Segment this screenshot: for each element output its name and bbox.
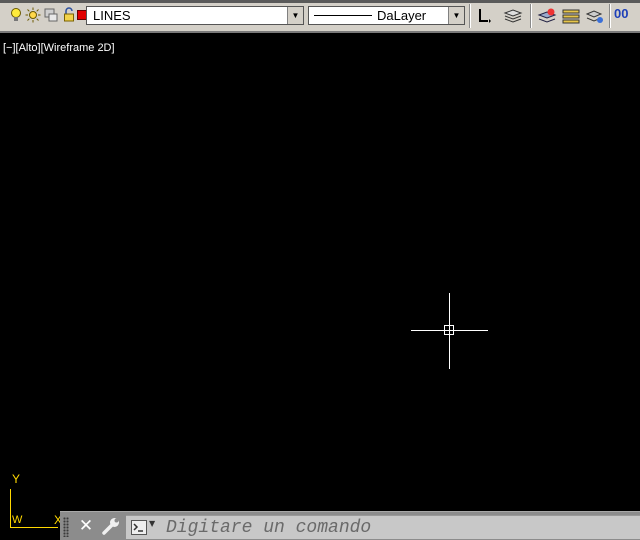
lineweight-icon[interactable]: 00	[614, 6, 628, 21]
lock-icon[interactable]	[61, 6, 77, 24]
toolbar-top-border	[0, 0, 640, 3]
layer-previous-icon[interactable]	[536, 5, 558, 27]
ucs-y-label: Y	[12, 472, 21, 486]
wrench-icon[interactable]	[100, 516, 122, 536]
chevron-down-icon[interactable]: ▼	[149, 519, 155, 528]
linetype-dropdown[interactable]: DaLayer ▼	[308, 6, 465, 25]
layer-name: LINES	[93, 8, 131, 23]
linetype-name: DaLayer	[377, 8, 427, 23]
command-line-bar: ✕ ▼ Digitare un comando	[60, 511, 640, 540]
viewport-freeze-icon[interactable]	[43, 6, 59, 24]
command-prompt-icon[interactable]	[131, 520, 147, 535]
chevron-down-icon[interactable]: ▼	[287, 7, 303, 24]
toolbar-separator	[469, 4, 471, 28]
layer-manager-icon[interactable]	[560, 5, 582, 27]
layer-isolate-icon[interactable]	[584, 5, 606, 27]
command-input[interactable]: ▼ Digitare un comando	[126, 515, 640, 539]
toolbar-separator	[530, 4, 532, 28]
viewport-controls-label[interactable]: [−][Alto][Wireframe 2D]	[3, 42, 115, 54]
toolbar-separator	[609, 4, 611, 28]
ucs-y-axis	[10, 489, 11, 527]
layers-toolbar: LINES ▼ DaLayer ▼ 00	[0, 0, 640, 33]
make-current-icon[interactable]	[474, 5, 496, 27]
lightbulb-icon[interactable]	[8, 6, 24, 24]
layer-states-icon[interactable]	[502, 5, 524, 27]
command-placeholder: Digitare un comando	[166, 518, 372, 538]
pickbox	[444, 325, 454, 335]
layer-dropdown[interactable]: LINES ▼	[86, 6, 304, 25]
drag-grip-icon[interactable]	[63, 517, 69, 537]
sun-icon[interactable]	[25, 6, 41, 24]
linetype-preview	[314, 15, 372, 16]
ucs-x-axis	[10, 527, 58, 528]
chevron-down-icon[interactable]: ▼	[448, 7, 464, 24]
close-icon[interactable]: ✕	[76, 515, 96, 537]
ucs-w-label: W	[12, 514, 23, 526]
